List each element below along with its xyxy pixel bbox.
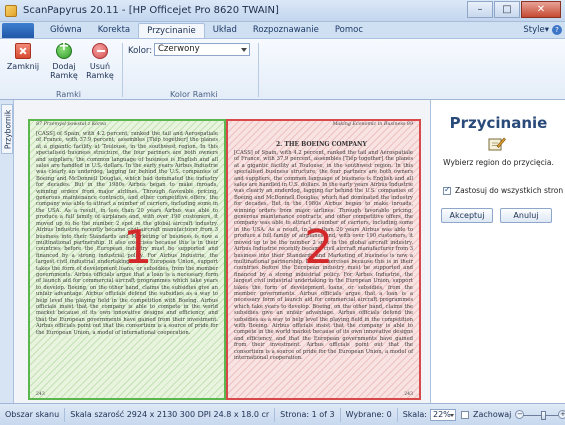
selected-count: Wybrane: 0: [341, 407, 398, 422]
tab-korekta[interactable]: Korekta: [90, 23, 138, 38]
zoom-controls: Skala: 22% Zachowaj − +: [398, 408, 565, 421]
tab-rozpoznawanie[interactable]: Rozpoznawanie: [245, 23, 327, 38]
cancel-button[interactable]: Anuluj: [500, 208, 552, 223]
chevron-down-icon: [241, 48, 247, 52]
frames-group-label: Ramki: [56, 90, 81, 99]
frame-border[interactable]: [226, 119, 421, 400]
crop-pencil-icon: [488, 137, 506, 151]
close-crop-label: Zamknij: [6, 62, 40, 71]
ribbon-separator: [258, 43, 259, 97]
remove-frame-button[interactable]: Usuń Ramkę: [83, 43, 117, 80]
add-frame-button[interactable]: Dodaj Ramkę: [47, 42, 81, 80]
frame-color-value: Czerwony: [158, 44, 200, 54]
title-bar: ScanPapyrus 20.11 - [HP Officejet Pro 86…: [0, 0, 565, 22]
accept-button[interactable]: Akceptuj: [441, 208, 493, 223]
chevron-down-icon: [449, 413, 454, 417]
toolbox-tab-label: Przybornik: [3, 109, 13, 150]
ribbon-separator: [122, 43, 123, 97]
maximize-button[interactable]: □: [494, 1, 520, 18]
tab-pomoc[interactable]: Pomoc: [327, 23, 371, 38]
window-controls: – □ ✕: [466, 1, 561, 18]
panel-title: Przycinanie: [449, 114, 548, 132]
close-window-button[interactable]: ✕: [521, 1, 561, 18]
close-icon: [15, 43, 31, 59]
tab-uklad[interactable]: Układ: [205, 23, 245, 38]
document-workspace[interactable]: 87 Przemysł powstał z Korea [CASS] of Sp…: [14, 100, 430, 403]
style-menu[interactable]: Style▾: [523, 25, 549, 35]
remove-frame-label-line2: Ramkę: [86, 71, 114, 80]
remove-icon: [92, 43, 108, 59]
checkbox-checked-icon[interactable]: [443, 185, 451, 195]
frame-color-group-label: Kolor Ramki: [170, 90, 218, 99]
zoom-label: Skala:: [402, 410, 427, 419]
window-title: ScanPapyrus 20.11 - [HP Officejet Pro 86…: [23, 5, 279, 16]
remove-frame-label-line1: Usuń: [89, 62, 111, 71]
image-info: Skala szarość 2924 x 2130 300 DPI 24.8 x…: [65, 407, 276, 422]
page-indicator: Strona: 1 of 3: [275, 407, 341, 422]
frame-border[interactable]: [28, 119, 226, 400]
help-icon[interactable]: ?: [552, 25, 562, 35]
zoom-in-button[interactable]: +: [558, 409, 565, 419]
add-frame-label-line2: Ramkę: [50, 71, 78, 80]
frame-color-select[interactable]: Czerwony: [154, 43, 250, 56]
crop-frame-2[interactable]: Making Economic in Business 89 2. THE BO…: [226, 119, 421, 400]
keep-zoom-label: Zachowaj: [472, 410, 512, 419]
ribbon-tabs: Główna Korekta Przycinanie Układ Rozpozn…: [0, 22, 565, 38]
status-bar: Obszar skanu Skala szarość 2924 x 2130 3…: [0, 403, 565, 425]
tab-przycinanie[interactable]: Przycinanie: [138, 23, 205, 38]
zoom-value: 22%: [432, 409, 451, 419]
zoom-select[interactable]: 22%: [429, 408, 456, 421]
toolbox-tab[interactable]: Przybornik: [1, 104, 13, 154]
crop-panel: Przycinanie Wybierz region do przycięcia…: [430, 100, 565, 403]
add-icon: [56, 42, 72, 59]
apply-all-pages-label: Zastosuj do wszystkich stron: [455, 186, 564, 195]
crop-frame-1[interactable]: 87 Przemysł powstał z Korea [CASS] of Sp…: [28, 119, 226, 400]
keep-zoom-checkbox[interactable]: [460, 410, 469, 419]
ribbon: Zamknij Dodaj Ramkę Usuń Ramkę Ramki Kol…: [0, 38, 565, 100]
close-crop-button[interactable]: Zamknij: [6, 43, 40, 71]
app-icon: [5, 4, 17, 17]
tab-glowna[interactable]: Główna: [42, 23, 90, 38]
panel-description: Wybierz region do przycięcia.: [443, 158, 554, 167]
zoom-knob[interactable]: [541, 410, 547, 420]
apply-all-pages-checkbox[interactable]: Zastosuj do wszystkich stron: [443, 185, 564, 195]
scan-area-label: Obszar skanu: [0, 407, 66, 422]
file-menu-button[interactable]: [2, 23, 34, 38]
add-frame-label-line1: Dodaj: [52, 62, 76, 71]
zoom-slider[interactable]: − +: [515, 409, 565, 421]
style-menu-label: Style: [523, 25, 545, 35]
minimize-button[interactable]: –: [467, 1, 493, 18]
color-label: Kolor:: [128, 46, 153, 56]
